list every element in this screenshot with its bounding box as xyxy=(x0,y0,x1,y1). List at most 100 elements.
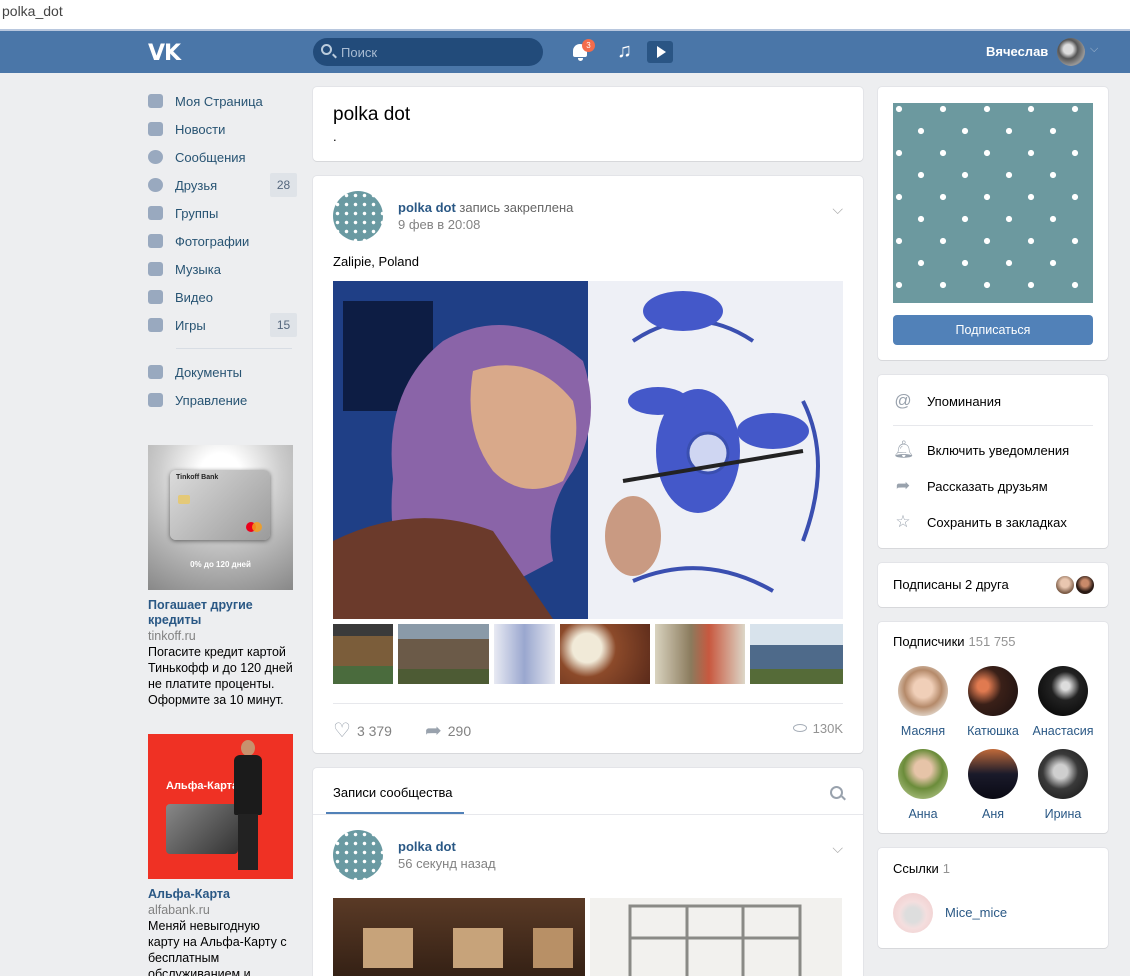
post-thumbnails xyxy=(333,624,843,684)
ad-title[interactable]: Альфа-Карта xyxy=(148,887,293,902)
user-name[interactable]: Вячеслав xyxy=(986,44,1048,59)
chevron-down-icon[interactable]: ⌵ xyxy=(832,840,843,857)
share-button[interactable]: ➦ 290 xyxy=(425,718,471,743)
sidebar-item-groups[interactable]: Группы xyxy=(148,199,298,227)
eye-icon xyxy=(792,724,807,732)
friends-icon xyxy=(148,178,163,192)
friend-avatar[interactable] xyxy=(1074,574,1096,596)
camera-icon xyxy=(148,234,163,248)
browser-url-bar[interactable]: polka_dot xyxy=(0,0,1130,31)
thumbnail[interactable] xyxy=(750,624,843,684)
post-date[interactable]: 56 секунд назад xyxy=(398,856,496,871)
sidebar-item-my-page[interactable]: Моя Страница xyxy=(148,87,298,115)
friends-count-badge: 28 xyxy=(270,173,297,197)
post-photo[interactable] xyxy=(333,898,585,976)
tell-friends-link[interactable]: ➦ Рассказать друзьям xyxy=(893,475,1048,497)
ad-image[interactable]: Tinkoff Bank 0% до 120 дней xyxy=(148,445,293,590)
ad-domain: tinkoff.ru xyxy=(148,629,196,643)
subscriber[interactable]: Анна xyxy=(888,749,958,821)
subscribers-count: 151 755 xyxy=(968,634,1016,649)
ad-title[interactable]: Погашает другие кредиты xyxy=(148,598,293,628)
pinned-label: запись закреплена xyxy=(459,200,574,215)
chevron-down-icon[interactable]: ⌵ xyxy=(832,201,843,218)
post-actions: ♡ 3 379 ➦ 290 130K xyxy=(333,718,843,743)
share-count: 290 xyxy=(447,722,472,739)
user-avatar[interactable] xyxy=(1057,38,1085,66)
post-main-photo[interactable] xyxy=(333,281,843,619)
pinned-post: polka dot запись закреплена 9 фев в 20:0… xyxy=(313,176,863,753)
ad-image[interactable]: Альфа-Карта xyxy=(148,734,293,879)
subscribe-button[interactable]: Подписаться xyxy=(893,315,1093,345)
share-arrow-icon: ➦ xyxy=(425,720,442,742)
post-author-name[interactable]: polka dot xyxy=(398,839,456,854)
ad-tinkoff[interactable]: Tinkoff Bank 0% до 120 дней Погашает дру… xyxy=(148,445,293,708)
post-photo[interactable] xyxy=(590,898,842,976)
save-bookmark-link[interactable]: ☆ Сохранить в закладках xyxy=(893,511,1066,533)
search-input[interactable] xyxy=(341,38,536,66)
subscriber[interactable]: Масяня xyxy=(888,666,958,738)
link-avatar[interactable] xyxy=(893,893,933,933)
music-icon xyxy=(148,262,163,276)
vk-logo[interactable]: VK xyxy=(148,41,181,66)
groups-icon xyxy=(148,206,163,220)
friends-subscribed-card[interactable]: Подписаны 2 друга xyxy=(878,563,1108,607)
url-text: polka_dot xyxy=(2,3,63,19)
post-date[interactable]: 9 фев в 20:08 xyxy=(398,217,480,232)
thumbnail[interactable] xyxy=(494,624,555,684)
document-icon xyxy=(148,365,163,379)
subscribers-card: Подписчики 151 755 Масяня Катюшка Анастас… xyxy=(878,622,1108,833)
links-label[interactable]: Ссылки 1 xyxy=(893,861,950,876)
credit-card-image: Tinkoff Bank xyxy=(170,470,270,540)
notifications-badge: 3 xyxy=(582,39,595,52)
post-author-avatar[interactable] xyxy=(333,830,383,880)
video-player-icon[interactable] xyxy=(647,41,673,63)
sidebar-item-news[interactable]: Новости xyxy=(148,115,298,143)
group-actions-card: @ Упоминания 🔔︎ Включить уведомления ➦ Расс… xyxy=(878,375,1108,548)
mentions-link[interactable]: @ Упоминания xyxy=(893,390,1001,412)
sidebar-item-manage[interactable]: Управление xyxy=(148,386,298,414)
thumbnail[interactable] xyxy=(333,624,393,684)
post-text: Zalipie, Poland xyxy=(333,254,419,269)
post-author-name[interactable]: polka dot xyxy=(398,200,456,215)
music-player-icon[interactable]: ♫ xyxy=(617,40,632,63)
ad-alfabank[interactable]: Альфа-Карта Альфа-Карта alfabank.ru Меня… xyxy=(148,734,293,976)
like-button[interactable]: ♡ 3 379 xyxy=(333,718,392,743)
enable-notifications-link[interactable]: 🔔︎ Включить уведомления xyxy=(893,439,1069,461)
links-card: Ссылки 1 Mice_mice xyxy=(878,848,1108,948)
top-header: VK 3 ♫ Вячеслав ⌵ xyxy=(0,31,1130,73)
friends-subscribed-label: Подписаны 2 друга xyxy=(893,577,1009,592)
post-author-avatar[interactable] xyxy=(333,191,383,241)
sidebar-item-friends[interactable]: Друзья 28 xyxy=(148,171,298,199)
subscriber[interactable]: Катюшка xyxy=(958,666,1028,738)
tab-community-posts[interactable]: Записи сообщества xyxy=(333,785,453,800)
link-item[interactable]: Mice_mice xyxy=(945,905,1007,920)
sidebar-item-games[interactable]: Игры 15 xyxy=(148,311,298,339)
views-counter: 130K xyxy=(792,721,843,736)
gamepad-icon xyxy=(148,393,163,407)
notifications-button[interactable]: 3 xyxy=(570,39,595,64)
friend-avatar[interactable] xyxy=(1054,574,1076,596)
subscriber[interactable]: Анастасия xyxy=(1028,666,1098,738)
subscribers-label[interactable]: Подписчики 151 755 xyxy=(893,634,1016,649)
group-header-card: polka dot . xyxy=(313,87,863,161)
avatar xyxy=(1038,749,1088,799)
sidebar-item-video[interactable]: Видео xyxy=(148,283,298,311)
subscriber[interactable]: Ирина xyxy=(1028,749,1098,821)
sidebar-item-photos[interactable]: Фотографии xyxy=(148,227,298,255)
group-avatar-image[interactable] xyxy=(893,103,1093,303)
subscriber[interactable]: Аня xyxy=(958,749,1028,821)
sidebar-item-music[interactable]: Музыка xyxy=(148,255,298,283)
group-cover-card: Подписаться xyxy=(878,87,1108,360)
thumbnail[interactable] xyxy=(560,624,650,684)
avatar xyxy=(898,666,948,716)
search-icon[interactable] xyxy=(830,786,843,799)
credit-card-image xyxy=(166,804,238,854)
sidebar-item-messages[interactable]: Сообщения xyxy=(148,143,298,171)
chevron-down-icon[interactable]: ⌵ xyxy=(1090,43,1098,56)
home-icon xyxy=(148,94,163,108)
thumbnail[interactable] xyxy=(655,624,745,684)
search-box[interactable] xyxy=(313,38,543,66)
sidebar-item-documents[interactable]: Документы xyxy=(148,358,298,386)
thumbnail[interactable] xyxy=(398,624,489,684)
group-status: . xyxy=(333,129,337,144)
